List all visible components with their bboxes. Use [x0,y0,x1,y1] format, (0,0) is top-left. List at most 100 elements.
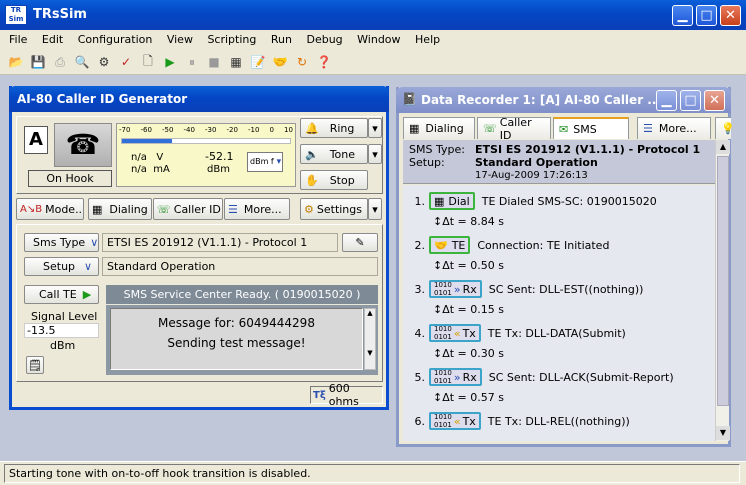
event-row[interactable]: 4. 1010 0101 «Tx TE Tx: DLL-DATA(Submit) [403,323,716,343]
event-delta: ↕Δt = 0.50 s [433,259,504,272]
close-button[interactable]: ✕ [720,5,741,26]
refresh-icon[interactable]: ↻ [293,53,311,71]
tab-dialing[interactable]: ▦ Dialing [88,198,152,220]
mode-button[interactable]: A↘B Mode... [16,198,84,220]
settings-gear-icon[interactable]: ⚙ [95,53,113,71]
recorder-maximize-button[interactable]: □ [680,90,701,111]
dbm-unit: dBm [207,164,230,175]
handshake-icon[interactable]: 🤝 [271,53,289,71]
scroll-down-arrow[interactable]: ▼ [716,426,730,440]
print-icon[interactable]: ⎙ [51,53,69,71]
sms-type-field[interactable]: ETSI ES 201912 (V1.1.1) - Protocol 1 [102,233,338,252]
recorder-sms-type-label: SMS Type: [409,143,465,156]
menu-edit[interactable]: Edit [42,33,63,46]
impedance-icon: Tξ [313,389,326,401]
open-icon[interactable]: 📂 [7,53,25,71]
telephone-icon[interactable]: ☎ [54,123,112,167]
event-row[interactable]: 3. 1010 0101» Rx SC Sent: DLL-EST((nothing)) [403,279,716,299]
bulb-icon: 💡 [721,122,735,135]
menu-window[interactable]: Window [357,33,400,46]
rx-badge: 1010 0101» Rx [429,280,482,298]
run-icon[interactable]: ▶ [161,53,179,71]
tab-caller-id[interactable]: ☏ Caller ID [153,198,223,220]
ring-dropdown[interactable]: ▾ [368,118,382,138]
chevron-down-icon: ∨ [90,236,99,249]
save-icon[interactable]: 💾 [29,53,47,71]
call-te-button[interactable]: Call TE ▶ [24,285,99,304]
message-scrollbar[interactable]: ▲ ▼ [364,308,376,370]
stop-icon[interactable]: ■ [205,53,223,71]
sms-type-button[interactable]: Sms Type ∨ [24,233,99,252]
edit-sms-button[interactable]: ✎ [342,233,378,252]
new-document-icon[interactable]: 🗋 [139,53,157,71]
recorder-timestamp: 17-Aug-2009 17:26:13 [475,170,588,181]
status-text: Starting tone with on-to-off hook transi… [4,464,740,483]
scroll-thumb[interactable] [717,156,729,406]
minimize-button[interactable]: ▁ [672,5,693,26]
recorder-titlebar: 📓 Data Recorder 1: [A] AI-80 Caller ... … [396,87,731,113]
tab-more[interactable]: ☰ More... [224,198,290,220]
settings-dropdown[interactable]: ▾ [368,198,382,220]
recorder-sms-type-value: ETSI ES 201912 (V1.1.1) - Protocol 1 [475,143,701,156]
recorder-tabbar: ▦ Dialing ☏ Caller ID ✉ SMS ☰ More... 💡 [403,116,735,142]
app-titlebar: TR Sim TRsSim ▁ □ ✕ [0,0,746,30]
ring-button[interactable]: 🔔 Ring [300,118,368,138]
recorder-tab-extra[interactable]: 💡 [715,117,735,139]
scroll-up-arrow[interactable]: ▲ [716,140,730,154]
signal-level-value[interactable]: -13.5 [24,323,99,338]
recorder-scrollbar[interactable]: ▲ ▼ [715,140,730,441]
setup-button[interactable]: Setup ∨ [24,257,99,276]
maximize-button[interactable]: □ [696,5,717,26]
notes-icon[interactable]: 📝 [249,53,267,71]
recorder-icon: 📓 [402,92,417,106]
recorder-tab-sms[interactable]: ✉ SMS [553,117,629,139]
menu-debug[interactable]: Debug [306,33,342,46]
recorder-tab-dialing[interactable]: ▦ Dialing [403,117,475,139]
list-icon: ☰ [643,122,653,135]
generator-titlebar: AI-80 Caller ID Generator [9,86,389,112]
menu-file[interactable]: File [9,33,27,46]
help-icon[interactable]: ❓ [315,53,333,71]
app-title: TRsSim [33,7,87,22]
event-delta: ↕Δt = 0.15 s [433,303,504,316]
event-row[interactable]: 1. ▦ Dial TE Dialed SMS-SC: 0190015020 [403,191,716,211]
notes-button[interactable]: 🗒 [26,356,44,374]
pause-icon[interactable]: ⏸ [183,53,201,71]
settings-button[interactable]: ⚙ Settings [300,198,368,220]
menu-help[interactable]: Help [415,33,440,46]
recorder-title: Data Recorder 1: [A] AI-80 Caller ... [421,93,661,107]
binary-icon: 1010 0101 [434,369,452,385]
menu-configuration[interactable]: Configuration [78,33,153,46]
menu-run[interactable]: Run [271,33,292,46]
generator-title: AI-80 Caller ID Generator [17,92,188,106]
rx-badge: 1010 0101» Rx [429,368,482,386]
print-preview-icon[interactable]: 🔍 [73,53,91,71]
event-row[interactable]: 6. 1010 0101 «Tx TE Tx: DLL-REL((nothing)) [403,411,716,431]
menu-view[interactable]: View [167,33,193,46]
stop-button[interactable]: ✋ Stop [300,170,368,190]
signal-level-unit: dBm [50,339,76,352]
recorder-minimize-button[interactable]: ▁ [656,90,677,111]
hook-status: On Hook [28,170,112,187]
line-letter: A [24,126,48,154]
recorder-tab-caller-id[interactable]: ☏ Caller ID [477,116,551,142]
message-line-1: Message for: 6049444298 [158,316,315,330]
tone-button[interactable]: 🔈 Tone [300,144,368,164]
recorder-setup-value: Standard Operation [475,156,598,169]
grid-icon[interactable]: ▦ [227,53,245,71]
event-row[interactable]: 2. 🤝 TE Connection: TE Initiated [403,235,716,255]
recorder-close-button[interactable]: ✕ [704,90,725,111]
pen-icon: ✎ [355,236,365,249]
message-panel: Message for: 6049444298 Sending test mes… [106,305,378,375]
tone-dropdown[interactable]: ▾ [368,144,382,164]
setup-field[interactable]: Standard Operation [102,257,378,276]
signal-level-label: Signal Level [31,310,98,323]
menu-bar: File Edit Configuration View Scripting R… [0,30,746,50]
checklist-icon[interactable]: ✓ [117,53,135,71]
event-row[interactable]: 5. 1010 0101» Rx SC Sent: DLL-ACK(Submit-Rep… [403,367,716,387]
recorder-tab-more[interactable]: ☰ More... [637,117,711,139]
dbf-select[interactable]: dBm f ▾ [247,152,283,172]
app-logo: TR Sim [5,5,27,25]
menu-scripting[interactable]: Scripting [207,33,256,46]
keypad-icon: ▦ [92,202,103,216]
